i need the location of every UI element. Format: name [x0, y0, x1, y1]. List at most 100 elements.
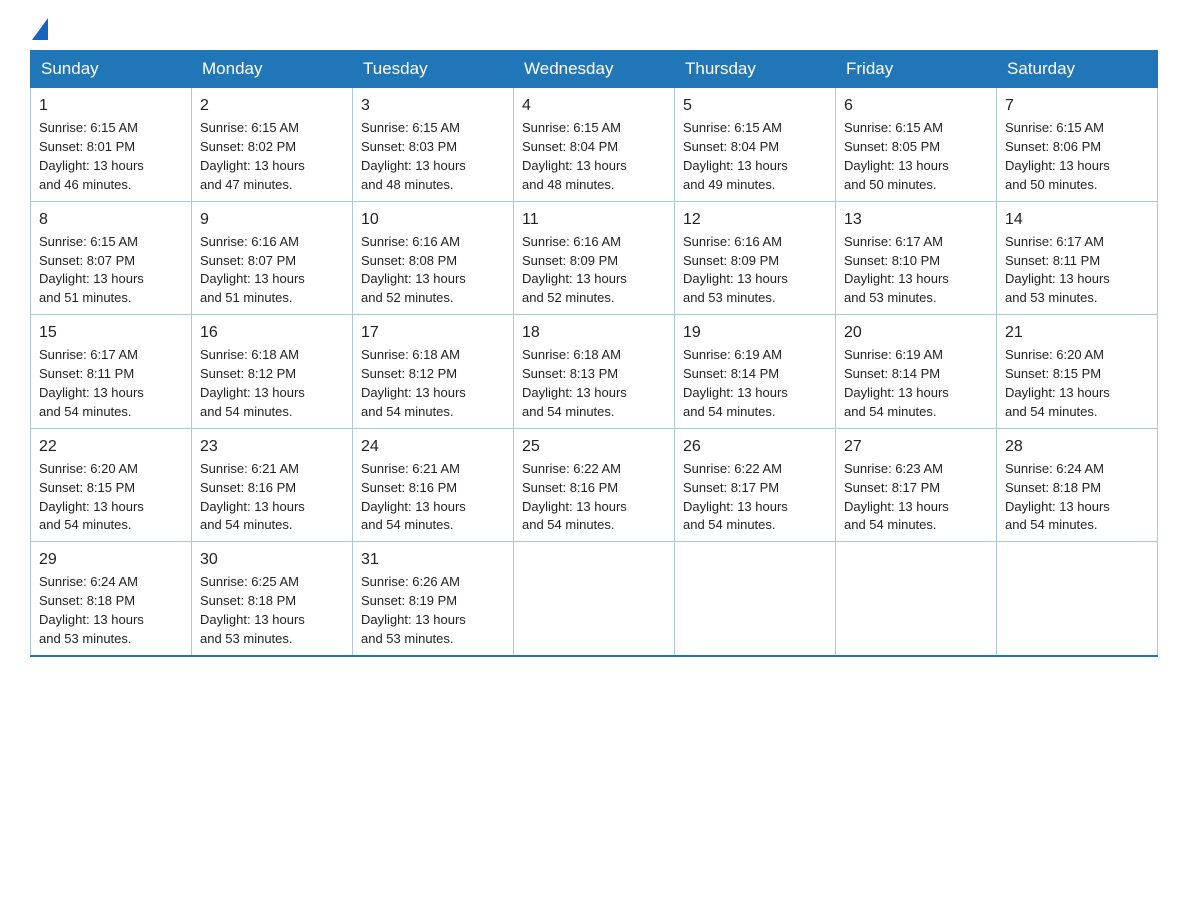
day-info: Sunrise: 6:15 AMSunset: 8:01 PMDaylight:… [39, 119, 183, 194]
day-info: Sunrise: 6:25 AMSunset: 8:18 PMDaylight:… [200, 573, 344, 648]
calendar-week-row: 1Sunrise: 6:15 AMSunset: 8:01 PMDaylight… [31, 88, 1158, 202]
day-info: Sunrise: 6:22 AMSunset: 8:17 PMDaylight:… [683, 460, 827, 535]
calendar-day-cell: 30Sunrise: 6:25 AMSunset: 8:18 PMDayligh… [192, 542, 353, 656]
day-info: Sunrise: 6:20 AMSunset: 8:15 PMDaylight:… [39, 460, 183, 535]
logo [30, 20, 48, 40]
day-number: 17 [361, 321, 505, 344]
calendar-day-cell: 28Sunrise: 6:24 AMSunset: 8:18 PMDayligh… [997, 428, 1158, 542]
day-info: Sunrise: 6:21 AMSunset: 8:16 PMDaylight:… [361, 460, 505, 535]
day-info: Sunrise: 6:15 AMSunset: 8:04 PMDaylight:… [522, 119, 666, 194]
day-info: Sunrise: 6:16 AMSunset: 8:07 PMDaylight:… [200, 233, 344, 308]
calendar-day-cell: 25Sunrise: 6:22 AMSunset: 8:16 PMDayligh… [514, 428, 675, 542]
calendar-week-row: 22Sunrise: 6:20 AMSunset: 8:15 PMDayligh… [31, 428, 1158, 542]
day-number: 26 [683, 435, 827, 458]
day-info: Sunrise: 6:15 AMSunset: 8:05 PMDaylight:… [844, 119, 988, 194]
logo-flag-icon [32, 18, 48, 40]
day-number: 27 [844, 435, 988, 458]
day-info: Sunrise: 6:23 AMSunset: 8:17 PMDaylight:… [844, 460, 988, 535]
calendar-day-cell: 7Sunrise: 6:15 AMSunset: 8:06 PMDaylight… [997, 88, 1158, 202]
calendar-day-cell: 13Sunrise: 6:17 AMSunset: 8:10 PMDayligh… [836, 201, 997, 315]
calendar-day-cell: 29Sunrise: 6:24 AMSunset: 8:18 PMDayligh… [31, 542, 192, 656]
day-number: 23 [200, 435, 344, 458]
day-info: Sunrise: 6:15 AMSunset: 8:03 PMDaylight:… [361, 119, 505, 194]
day-info: Sunrise: 6:15 AMSunset: 8:06 PMDaylight:… [1005, 119, 1149, 194]
day-number: 4 [522, 94, 666, 117]
day-number: 5 [683, 94, 827, 117]
day-number: 12 [683, 208, 827, 231]
calendar-day-cell: 2Sunrise: 6:15 AMSunset: 8:02 PMDaylight… [192, 88, 353, 202]
calendar-day-cell [997, 542, 1158, 656]
page-header [30, 20, 1158, 40]
day-number: 8 [39, 208, 183, 231]
calendar-day-cell: 21Sunrise: 6:20 AMSunset: 8:15 PMDayligh… [997, 315, 1158, 429]
day-number: 24 [361, 435, 505, 458]
calendar-day-cell: 9Sunrise: 6:16 AMSunset: 8:07 PMDaylight… [192, 201, 353, 315]
day-number: 31 [361, 548, 505, 571]
day-number: 19 [683, 321, 827, 344]
calendar-day-cell: 5Sunrise: 6:15 AMSunset: 8:04 PMDaylight… [675, 88, 836, 202]
day-info: Sunrise: 6:18 AMSunset: 8:13 PMDaylight:… [522, 346, 666, 421]
day-info: Sunrise: 6:18 AMSunset: 8:12 PMDaylight:… [200, 346, 344, 421]
calendar-day-cell: 4Sunrise: 6:15 AMSunset: 8:04 PMDaylight… [514, 88, 675, 202]
calendar-day-cell: 14Sunrise: 6:17 AMSunset: 8:11 PMDayligh… [997, 201, 1158, 315]
day-info: Sunrise: 6:16 AMSunset: 8:08 PMDaylight:… [361, 233, 505, 308]
day-number: 10 [361, 208, 505, 231]
calendar-day-cell [836, 542, 997, 656]
day-info: Sunrise: 6:17 AMSunset: 8:10 PMDaylight:… [844, 233, 988, 308]
day-info: Sunrise: 6:17 AMSunset: 8:11 PMDaylight:… [39, 346, 183, 421]
calendar-day-cell: 20Sunrise: 6:19 AMSunset: 8:14 PMDayligh… [836, 315, 997, 429]
day-number: 18 [522, 321, 666, 344]
day-number: 9 [200, 208, 344, 231]
day-number: 1 [39, 94, 183, 117]
weekday-header-cell: Tuesday [353, 51, 514, 88]
day-info: Sunrise: 6:26 AMSunset: 8:19 PMDaylight:… [361, 573, 505, 648]
calendar-day-cell: 18Sunrise: 6:18 AMSunset: 8:13 PMDayligh… [514, 315, 675, 429]
weekday-header-cell: Sunday [31, 51, 192, 88]
weekday-header-row: SundayMondayTuesdayWednesdayThursdayFrid… [31, 51, 1158, 88]
calendar-day-cell: 22Sunrise: 6:20 AMSunset: 8:15 PMDayligh… [31, 428, 192, 542]
calendar-day-cell: 24Sunrise: 6:21 AMSunset: 8:16 PMDayligh… [353, 428, 514, 542]
day-number: 11 [522, 208, 666, 231]
day-number: 2 [200, 94, 344, 117]
day-number: 13 [844, 208, 988, 231]
day-number: 21 [1005, 321, 1149, 344]
day-info: Sunrise: 6:15 AMSunset: 8:04 PMDaylight:… [683, 119, 827, 194]
calendar-day-cell: 11Sunrise: 6:16 AMSunset: 8:09 PMDayligh… [514, 201, 675, 315]
day-info: Sunrise: 6:22 AMSunset: 8:16 PMDaylight:… [522, 460, 666, 535]
day-number: 22 [39, 435, 183, 458]
day-number: 29 [39, 548, 183, 571]
day-info: Sunrise: 6:15 AMSunset: 8:02 PMDaylight:… [200, 119, 344, 194]
calendar-day-cell: 16Sunrise: 6:18 AMSunset: 8:12 PMDayligh… [192, 315, 353, 429]
weekday-header-cell: Saturday [997, 51, 1158, 88]
calendar-day-cell: 1Sunrise: 6:15 AMSunset: 8:01 PMDaylight… [31, 88, 192, 202]
calendar-day-cell: 12Sunrise: 6:16 AMSunset: 8:09 PMDayligh… [675, 201, 836, 315]
calendar-day-cell: 27Sunrise: 6:23 AMSunset: 8:17 PMDayligh… [836, 428, 997, 542]
calendar-week-row: 8Sunrise: 6:15 AMSunset: 8:07 PMDaylight… [31, 201, 1158, 315]
day-info: Sunrise: 6:19 AMSunset: 8:14 PMDaylight:… [683, 346, 827, 421]
day-info: Sunrise: 6:20 AMSunset: 8:15 PMDaylight:… [1005, 346, 1149, 421]
day-info: Sunrise: 6:16 AMSunset: 8:09 PMDaylight:… [683, 233, 827, 308]
calendar-body: 1Sunrise: 6:15 AMSunset: 8:01 PMDaylight… [31, 88, 1158, 656]
calendar-day-cell: 26Sunrise: 6:22 AMSunset: 8:17 PMDayligh… [675, 428, 836, 542]
day-number: 30 [200, 548, 344, 571]
day-number: 6 [844, 94, 988, 117]
calendar-week-row: 15Sunrise: 6:17 AMSunset: 8:11 PMDayligh… [31, 315, 1158, 429]
weekday-header-cell: Thursday [675, 51, 836, 88]
calendar-table: SundayMondayTuesdayWednesdayThursdayFrid… [30, 50, 1158, 657]
day-info: Sunrise: 6:17 AMSunset: 8:11 PMDaylight:… [1005, 233, 1149, 308]
day-info: Sunrise: 6:24 AMSunset: 8:18 PMDaylight:… [1005, 460, 1149, 535]
day-info: Sunrise: 6:21 AMSunset: 8:16 PMDaylight:… [200, 460, 344, 535]
calendar-day-cell: 31Sunrise: 6:26 AMSunset: 8:19 PMDayligh… [353, 542, 514, 656]
day-info: Sunrise: 6:19 AMSunset: 8:14 PMDaylight:… [844, 346, 988, 421]
calendar-day-cell: 15Sunrise: 6:17 AMSunset: 8:11 PMDayligh… [31, 315, 192, 429]
calendar-week-row: 29Sunrise: 6:24 AMSunset: 8:18 PMDayligh… [31, 542, 1158, 656]
calendar-day-cell: 6Sunrise: 6:15 AMSunset: 8:05 PMDaylight… [836, 88, 997, 202]
calendar-day-cell: 10Sunrise: 6:16 AMSunset: 8:08 PMDayligh… [353, 201, 514, 315]
day-number: 14 [1005, 208, 1149, 231]
day-number: 20 [844, 321, 988, 344]
day-number: 15 [39, 321, 183, 344]
calendar-day-cell: 23Sunrise: 6:21 AMSunset: 8:16 PMDayligh… [192, 428, 353, 542]
day-number: 3 [361, 94, 505, 117]
day-number: 16 [200, 321, 344, 344]
day-info: Sunrise: 6:18 AMSunset: 8:12 PMDaylight:… [361, 346, 505, 421]
